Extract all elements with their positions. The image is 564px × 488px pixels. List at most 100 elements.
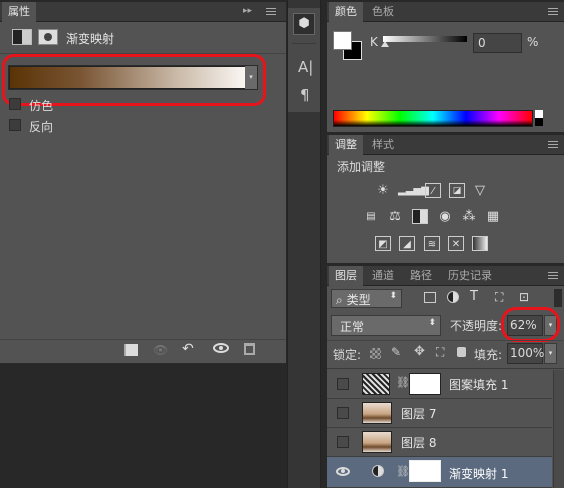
- gradient-map-icon[interactable]: [472, 236, 488, 251]
- lock-transparent-icon[interactable]: [370, 348, 381, 359]
- layers-divider-2: [327, 368, 564, 369]
- layer-filter-select[interactable]: ⌕ 类型 ⬍: [331, 289, 402, 308]
- threshold-icon[interactable]: ≋: [424, 236, 440, 251]
- lock-position-icon[interactable]: ✥: [414, 344, 425, 359]
- dither-label: 仿色: [29, 99, 54, 113]
- layer-filter-value: 类型: [346, 293, 371, 307]
- filter-adjustment-icon[interactable]: [447, 291, 459, 303]
- tab-styles[interactable]: 样式: [366, 135, 400, 155]
- layer-name[interactable]: 渐变映射 1: [449, 465, 508, 482]
- tab-paths[interactable]: 路径: [404, 266, 438, 286]
- photo-filter-icon[interactable]: ◉: [437, 209, 453, 224]
- 3d-cube-icon[interactable]: ⬢: [293, 13, 315, 35]
- black-white-icon[interactable]: [412, 209, 428, 224]
- adjustment-layer-icon: [12, 29, 32, 45]
- selective-color-icon[interactable]: ✕: [448, 236, 464, 251]
- layer-row[interactable]: ⛓ 图案填充 1: [327, 370, 552, 399]
- tab-channels[interactable]: 通道: [366, 266, 400, 286]
- k-value-field[interactable]: 0: [473, 33, 522, 53]
- visibility-toggle[interactable]: [337, 407, 349, 419]
- dither-checkbox[interactable]: [9, 98, 21, 110]
- mask-icon[interactable]: [38, 29, 58, 45]
- hue-saturation-icon[interactable]: ▤: [363, 209, 379, 224]
- filter-arrow-icon: ⬍: [389, 291, 397, 301]
- reverse-checkbox[interactable]: [9, 119, 21, 131]
- opacity-highlight-annotation: [501, 307, 560, 342]
- lock-artboard-icon[interactable]: ⛶: [436, 345, 444, 360]
- posterize-icon[interactable]: ◢: [399, 236, 415, 251]
- filter-shape-icon[interactable]: ⛶: [495, 290, 503, 305]
- visibility-toggle[interactable]: [337, 378, 349, 390]
- color-balance-icon[interactable]: ⚖: [387, 209, 403, 224]
- tool-divider: [292, 43, 316, 44]
- exposure-icon[interactable]: ◪: [449, 183, 465, 198]
- lock-brush-icon[interactable]: ✎: [391, 345, 401, 359]
- color-lookup-icon[interactable]: ▦: [485, 209, 501, 224]
- mask-thumbnail: [409, 460, 441, 482]
- layers-scrollbar[interactable]: [553, 370, 564, 488]
- vibrance-icon[interactable]: ▽: [472, 183, 488, 198]
- blend-mode-value: 正常: [340, 320, 365, 334]
- panel-menu-icon[interactable]: [266, 8, 276, 15]
- layer-name[interactable]: 图层 8: [401, 434, 436, 451]
- foreground-color-swatch[interactable]: [333, 31, 352, 50]
- layer-row-selected[interactable]: ⛓ 渐变映射 1: [327, 457, 552, 488]
- k-unit: %: [527, 35, 539, 49]
- tab-properties[interactable]: 属性: [2, 2, 36, 22]
- image-thumbnail: [362, 431, 392, 453]
- filter-pixel-icon[interactable]: [424, 292, 436, 303]
- filter-search-icon: ⌕: [336, 293, 343, 307]
- character-icon[interactable]: A|: [298, 58, 313, 76]
- lock-all-icon[interactable]: [457, 347, 466, 357]
- tab-layers[interactable]: 图层: [329, 266, 363, 286]
- black-swatch-icon[interactable]: [535, 118, 543, 126]
- view-previous-icon[interactable]: 👁: [153, 343, 168, 357]
- filter-smart-object-icon[interactable]: ⊡: [519, 290, 529, 304]
- layer-name[interactable]: 图层 7: [401, 405, 436, 422]
- pattern-thumbnail: [362, 373, 390, 395]
- reset-icon[interactable]: ↶: [182, 341, 194, 357]
- k-slider-handle[interactable]: [381, 41, 389, 47]
- link-icon[interactable]: ⛓: [396, 376, 410, 389]
- fill-field[interactable]: 100%: [507, 343, 544, 364]
- filter-toggle[interactable]: [554, 289, 562, 307]
- blend-mode-select[interactable]: 正常 ⬍: [331, 315, 441, 336]
- channel-label: K: [370, 35, 378, 49]
- layer-name[interactable]: 图案填充 1: [449, 376, 508, 393]
- layers-menu-icon[interactable]: [548, 272, 558, 279]
- paragraph-icon[interactable]: ¶: [300, 86, 310, 104]
- levels-icon[interactable]: ▂▃▅▆: [398, 183, 429, 198]
- white-swatch-icon[interactable]: [535, 110, 543, 118]
- visibility-eye-icon[interactable]: [336, 467, 350, 476]
- layer-row[interactable]: 图层 8: [327, 428, 552, 457]
- opacity-label: 不透明度:: [450, 319, 503, 333]
- fill-dropdown-button[interactable]: ▾: [544, 343, 557, 364]
- delete-icon[interactable]: [244, 343, 255, 355]
- color-spectrum[interactable]: [333, 110, 533, 127]
- layers-divider: [327, 340, 564, 341]
- channel-mixer-icon[interactable]: ⁂: [461, 209, 477, 224]
- collapse-icon[interactable]: ▸▸: [243, 6, 252, 16]
- brightness-icon[interactable]: ☀: [375, 183, 391, 198]
- curves-icon[interactable]: ⁄: [425, 183, 441, 198]
- mask-thumbnail: [409, 373, 441, 395]
- invert-icon[interactable]: ◩: [375, 236, 391, 251]
- image-thumbnail: [362, 402, 392, 424]
- tab-history[interactable]: 历史记录: [442, 266, 498, 286]
- reverse-label: 反向: [29, 120, 54, 134]
- layer-row[interactable]: 图层 7: [327, 399, 552, 428]
- adjust-heading: 添加调整: [337, 160, 386, 174]
- adjust-menu-icon[interactable]: [548, 141, 558, 148]
- link-icon[interactable]: ⛓: [396, 465, 410, 478]
- tab-adjustments[interactable]: 调整: [329, 135, 363, 155]
- k-slider-track[interactable]: [383, 36, 467, 42]
- clip-to-layer-icon[interactable]: [124, 344, 138, 356]
- visibility-eye-icon[interactable]: [213, 343, 229, 353]
- tab-swatches[interactable]: 色板: [366, 2, 400, 22]
- filter-type-icon[interactable]: T: [470, 289, 478, 304]
- visibility-toggle[interactable]: [337, 436, 349, 448]
- fill-label: 填充:: [474, 348, 503, 362]
- adjustment-layer-icon: [372, 465, 384, 477]
- color-menu-icon[interactable]: [548, 8, 558, 15]
- tab-color[interactable]: 颜色: [329, 2, 363, 22]
